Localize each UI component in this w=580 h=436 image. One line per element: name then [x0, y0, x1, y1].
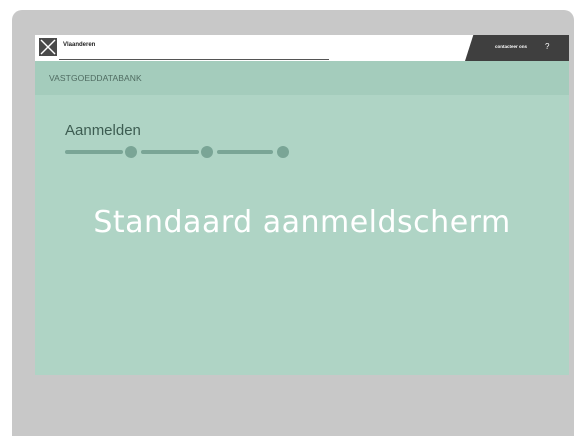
- step-dot-2: [201, 146, 213, 158]
- app-header-bar: VASTGOEDDATABANK: [35, 61, 569, 95]
- step-line-1: [65, 150, 123, 154]
- contact-link[interactable]: contacteer ons: [495, 44, 527, 49]
- step-indicator: [65, 145, 305, 159]
- app-screen: Vlaanderen contacteer ons ? VASTGOEDDATA…: [35, 35, 569, 375]
- step-line-2: [141, 150, 199, 154]
- login-title: Aanmelden: [65, 122, 141, 139]
- step-line-3: [217, 150, 273, 154]
- topbar-divider: [59, 59, 329, 60]
- app-title: VASTGOEDDATABANK: [49, 73, 142, 83]
- top-bar: Vlaanderen contacteer ons ?: [35, 35, 569, 61]
- device-frame: Vlaanderen contacteer ons ? VASTGOEDDATA…: [12, 10, 574, 436]
- help-icon[interactable]: ?: [545, 42, 549, 51]
- brand-name[interactable]: Vlaanderen: [63, 42, 95, 48]
- screen-headline: Standaard aanmeldscherm: [93, 205, 511, 240]
- contact-tab[interactable]: contacteer ons ?: [465, 35, 569, 61]
- vlaanderen-logo-icon[interactable]: [39, 38, 57, 56]
- step-dot-3: [277, 146, 289, 158]
- step-dot-1: [125, 146, 137, 158]
